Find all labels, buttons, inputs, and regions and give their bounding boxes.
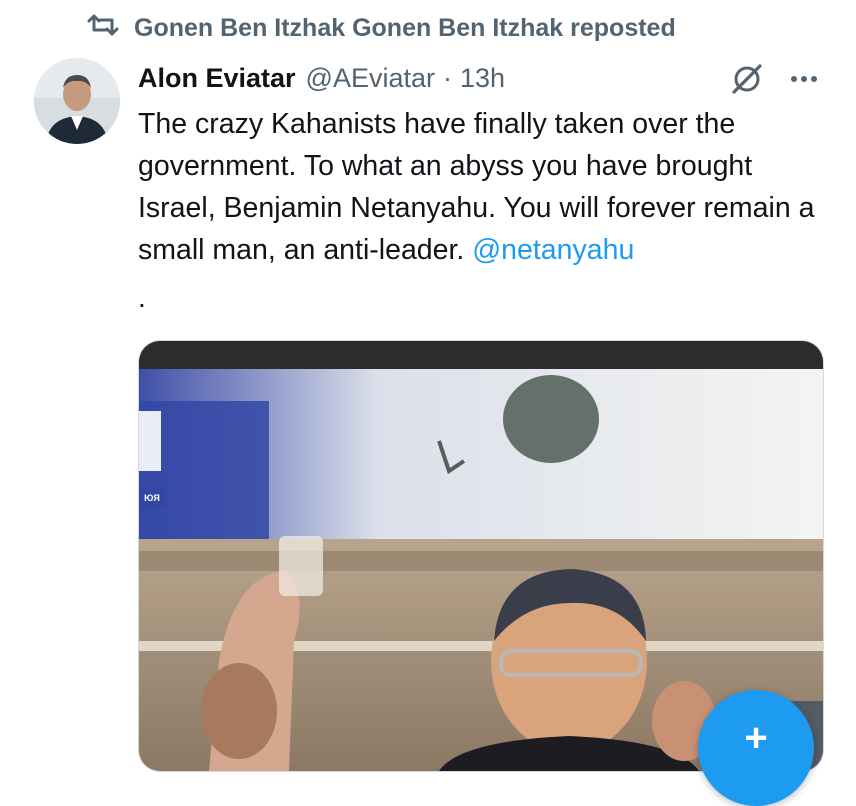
separator: ·	[443, 62, 452, 93]
grok-icon[interactable]	[728, 60, 766, 98]
tweet-header: Alon Eviatar @AEviatar · 13h	[138, 58, 838, 98]
compose-button[interactable]: +	[698, 690, 814, 806]
media-sign-text: ЮЯ	[139, 489, 165, 507]
tweet-text: The crazy Kahanists have finally taken o…	[138, 103, 828, 271]
more-dot	[801, 76, 807, 82]
compose-icon: +	[744, 716, 768, 760]
repost-icon	[86, 12, 120, 45]
repost-indicator[interactable]: Gonen Ben Itzhak Gonen Ben Itzhak repost…	[86, 12, 676, 44]
timestamp[interactable]: 13h	[460, 63, 505, 94]
more-dot	[811, 76, 817, 82]
author-name[interactable]: Alon Eviatar	[138, 63, 296, 94]
tweet-trailing: .	[138, 282, 146, 313]
avatar[interactable]	[34, 58, 120, 144]
more-dot	[791, 76, 797, 82]
author-handle[interactable]: @AEviatar	[306, 63, 435, 94]
repost-text: Gonen Ben Itzhak Gonen Ben Itzhak repost…	[134, 13, 676, 42]
mention-link[interactable]: @netanyahu	[472, 234, 634, 266]
more-options-button[interactable]	[786, 60, 822, 98]
